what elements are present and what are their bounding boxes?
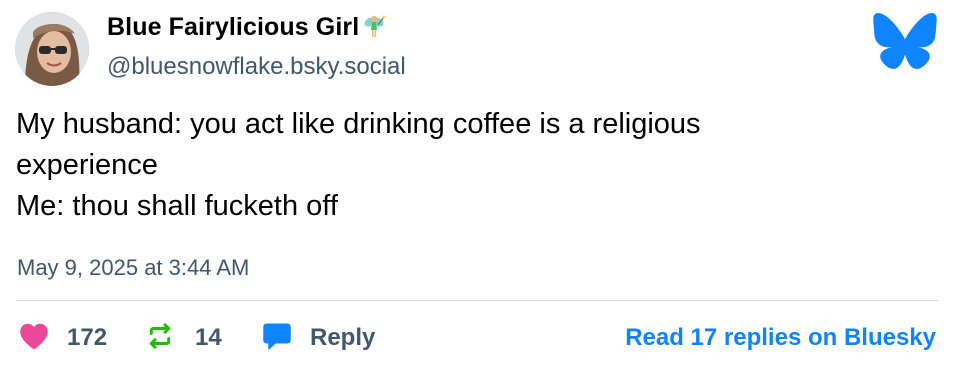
like-count: 172 [67,324,108,351]
post-text: My husband: you act like drinking coffee… [16,104,916,227]
post-timestamp[interactable]: May 9, 2025 at 3:44 AM [17,254,249,282]
author-display-name[interactable]: Blue Fairylicious Girl [107,12,387,46]
reply-label: Reply [310,324,376,351]
reply-bubble-icon [262,322,292,355]
reply-button[interactable]: Reply [262,318,375,358]
display-name-text: Blue Fairylicious Girl [107,13,360,41]
post-text-line: My husband: you act like drinking coffee… [16,108,701,140]
embedded-post-card: Blue Fairylicious Girl @bluesnowflake.bs… [0,0,960,373]
post-text-line: Me: thou shall fucketh off [16,190,338,222]
avatar-image [15,12,89,86]
fairy-emoji-icon [361,13,387,46]
author-avatar[interactable] [15,12,89,86]
repost-icon [145,322,175,355]
like-button[interactable]: 172 [19,318,107,358]
author-handle[interactable]: @bluesnowflake.bsky.social [107,52,406,82]
post-text-line: experience [16,149,158,181]
repost-count: 14 [195,324,222,351]
repost-button[interactable]: 14 [145,318,222,358]
divider [16,300,938,301]
heart-icon [19,322,49,355]
bluesky-butterfly-icon[interactable] [872,12,938,70]
read-replies-link[interactable]: Read 17 replies on Bluesky [625,318,936,358]
